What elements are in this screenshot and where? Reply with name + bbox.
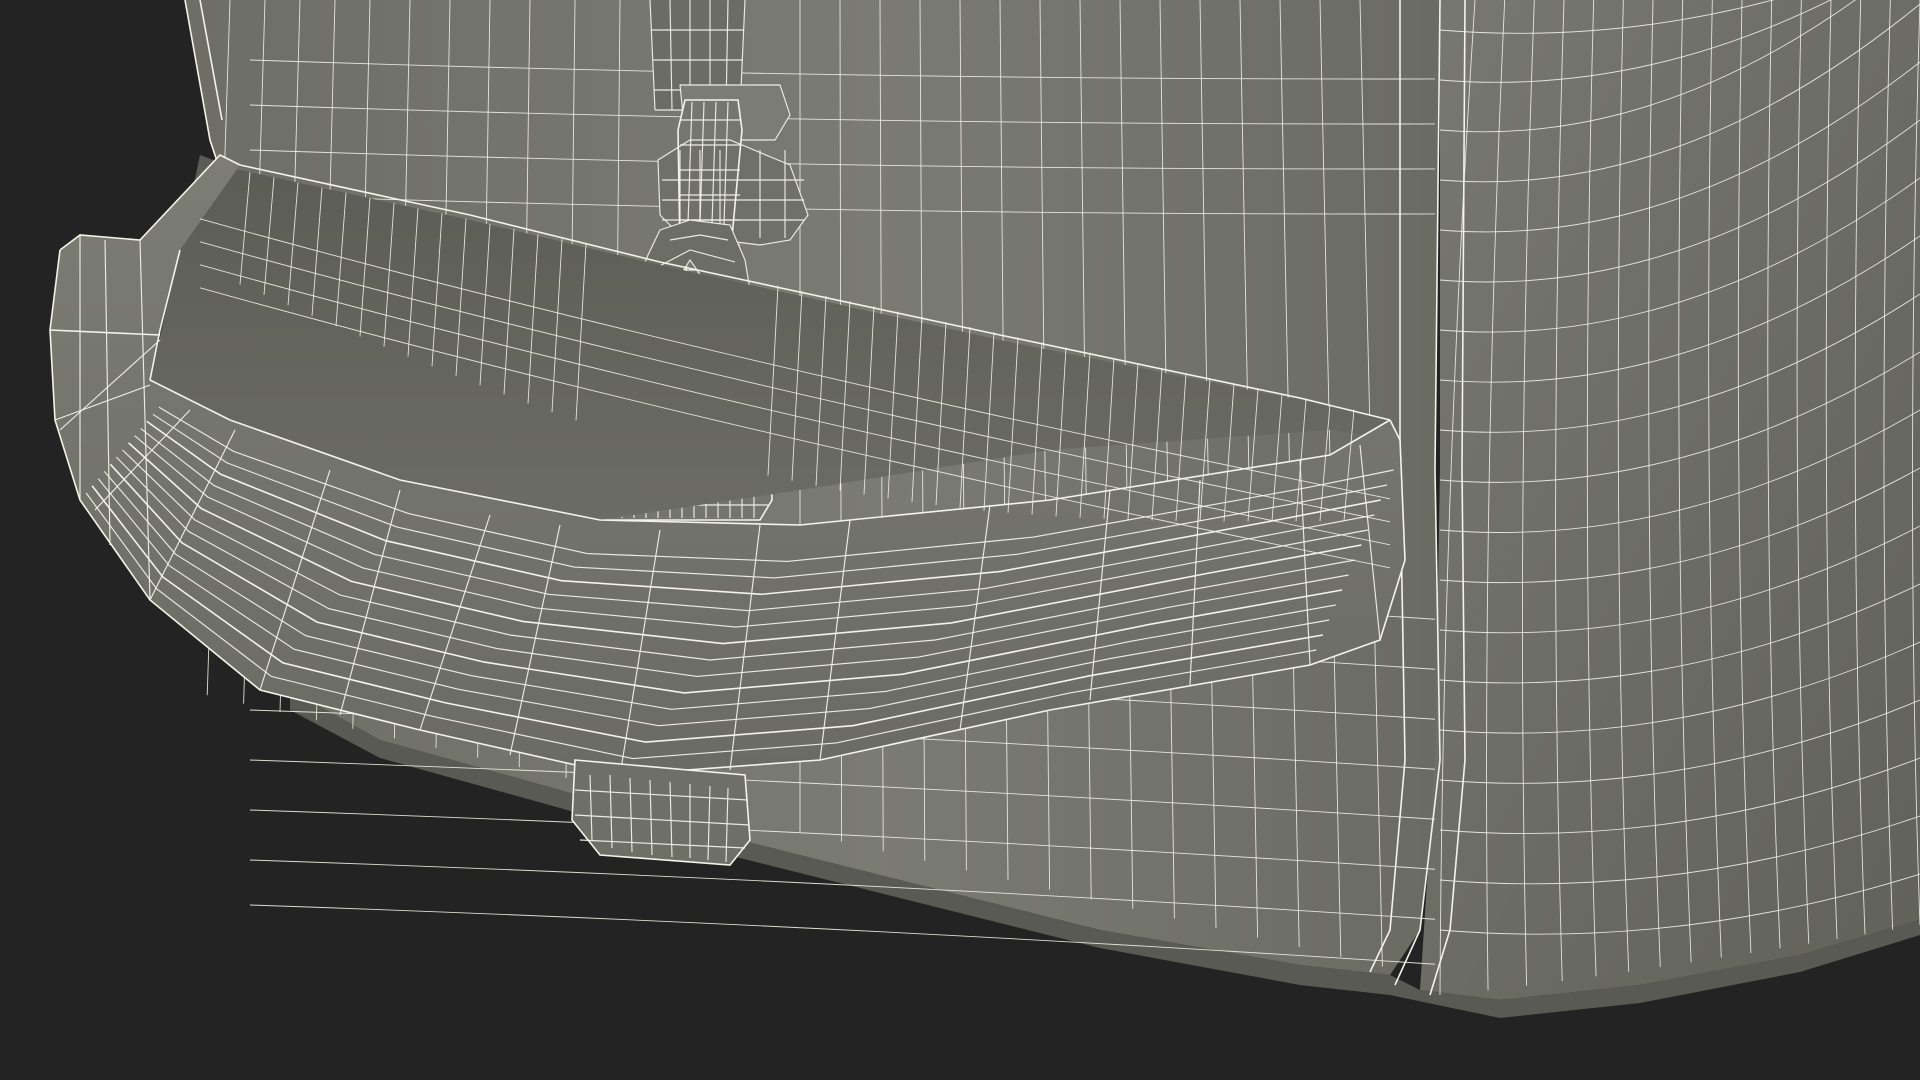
wireframe-model-render xyxy=(49,0,1920,1018)
bottom-zipper-tab xyxy=(571,759,751,866)
3d-viewport[interactable] xyxy=(0,0,1920,1080)
